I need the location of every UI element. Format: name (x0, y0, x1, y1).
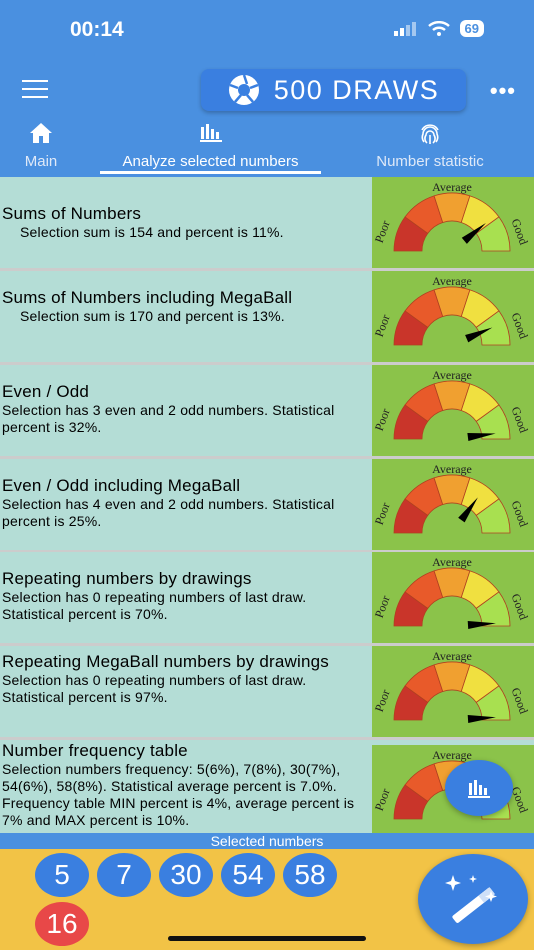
bar-chart-icon (199, 124, 222, 142)
magic-wand-button[interactable] (418, 854, 528, 944)
card-description: Selection sum is 170 and percent is 13%. (20, 308, 285, 324)
wifi-icon (427, 20, 450, 36)
gauge-label: Good (509, 686, 531, 716)
gauge-label: Good (509, 405, 531, 435)
magic-wand-icon (445, 875, 497, 923)
tab-bar: Main Analyze selected numbers Number sta… (0, 118, 534, 176)
gauge: Average Poor Good (372, 271, 534, 362)
card-title: Even / Odd (2, 382, 90, 401)
gauge-label: Good (509, 592, 531, 622)
gauge-dial: Average Poor Good (372, 555, 531, 629)
analysis-card[interactable]: Repeating numbers by drawings Selection … (0, 552, 534, 643)
gauge: Average Poor Good (372, 365, 534, 456)
selected-number-ball[interactable]: 58 (283, 853, 337, 897)
tab-number-statistic[interactable]: Number statistic (360, 118, 500, 176)
draws-selector-button[interactable]: 500 DRAWS (201, 69, 466, 111)
gauge-label: Poor (372, 787, 393, 813)
app-header: 00:14 69 500 DRAWS ••• Main Analyze sele… (0, 0, 534, 177)
megaball-number-ball[interactable]: 16 (35, 902, 89, 946)
battery-indicator: 69 (459, 20, 484, 37)
analysis-card[interactable]: Sums of Numbers Selection sum is 154 and… (0, 177, 534, 268)
gauge-label: Good (509, 217, 531, 247)
bar-chart-icon (468, 780, 490, 798)
card-title: Sums of Numbers including MegaBall (2, 288, 293, 307)
card-title: Number frequency table (2, 741, 188, 760)
gauge-label: Average (432, 180, 472, 194)
active-tab-indicator (100, 171, 321, 174)
gauge-label: Average (432, 368, 472, 382)
cellular-signal-icon (393, 21, 416, 36)
gauge-dial: Average Poor Good (372, 180, 531, 252)
tab-analyze-label: Analyze selected numbers (122, 153, 299, 170)
card-title: Repeating MegaBall numbers by drawings (2, 652, 329, 671)
gauge-dial: Average Poor Good (372, 462, 531, 534)
aperture-icon (228, 74, 259, 105)
home-icon (30, 123, 52, 143)
selected-number-ball[interactable]: 5 (35, 853, 89, 897)
gauge-label: Poor (372, 219, 393, 245)
home-indicator (168, 936, 366, 941)
gauge-label: Poor (372, 688, 393, 714)
selected-numbers-label: Selected numbers (0, 833, 534, 849)
fingerprint-icon (421, 124, 439, 144)
gauge-label: Average (432, 748, 472, 762)
card-title: Repeating numbers by drawings (2, 569, 252, 588)
gauge-label: Good (509, 499, 531, 529)
card-description: Selection has 4 even and 2 odd numbers. … (2, 496, 335, 529)
card-description: Selection sum is 154 and percent is 11%. (20, 224, 284, 240)
gauge-dial: Average Poor Good (372, 274, 531, 346)
gauge-label: Average (432, 274, 472, 288)
tab-main-label: Main (24, 153, 58, 170)
app-title: 500 DRAWS (273, 74, 440, 105)
analysis-card[interactable]: Repeating MegaBall numbers by drawings S… (0, 646, 534, 737)
more-options-button[interactable]: ••• (490, 78, 516, 104)
tab-number-statistic-label: Number statistic (376, 153, 484, 170)
analysis-card[interactable]: Sums of Numbers including MegaBall Selec… (0, 271, 534, 362)
gauge: Average Poor Good (372, 177, 534, 268)
card-description: Selection has 3 even and 2 odd numbers. … (2, 402, 335, 435)
gauge-label: Poor (372, 313, 393, 339)
gauge-label: Average (432, 649, 472, 663)
gauge-label: Poor (372, 501, 393, 527)
selected-number-ball[interactable]: 30 (159, 853, 213, 897)
status-time: 00:14 (70, 18, 124, 41)
gauge: Average Poor Good (372, 459, 534, 550)
analysis-list[interactable]: Sums of Numbers Selection sum is 154 and… (0, 177, 534, 833)
analysis-card[interactable]: Even / Odd including MegaBall Selection … (0, 459, 534, 550)
card-title: Even / Odd including MegaBall (2, 476, 241, 495)
gauge-label: Average (432, 462, 472, 476)
statistics-fab-button[interactable] (445, 760, 513, 816)
gauge: Average Poor Good (372, 646, 534, 737)
tab-main[interactable]: Main (0, 118, 82, 176)
selected-number-ball[interactable]: 7 (97, 853, 151, 897)
gauge-label: Good (509, 311, 531, 341)
gauge-label: Poor (372, 407, 393, 433)
card-description: Selection has 0 repeating numbers of las… (2, 672, 307, 705)
selected-number-ball[interactable]: 54 (221, 853, 275, 897)
hamburger-menu-button[interactable] (22, 78, 48, 100)
status-icons: 69 (393, 20, 484, 37)
gauge-dial: Average Poor Good (372, 649, 531, 723)
card-title: Sums of Numbers (2, 204, 142, 223)
tab-analyze-selected-numbers[interactable]: Analyze selected numbers (100, 118, 321, 176)
gauge: Average Poor Good (372, 552, 534, 643)
gauge-dial: Average Poor Good (372, 368, 531, 441)
gauge-label: Average (432, 555, 472, 569)
gauge-label: Poor (372, 594, 393, 620)
card-description: Selection numbers frequency: 5(6%), 7(8%… (2, 761, 355, 828)
card-description: Selection has 0 repeating numbers of las… (2, 589, 307, 622)
analysis-card[interactable]: Even / Odd Selection has 3 even and 2 od… (0, 365, 534, 456)
